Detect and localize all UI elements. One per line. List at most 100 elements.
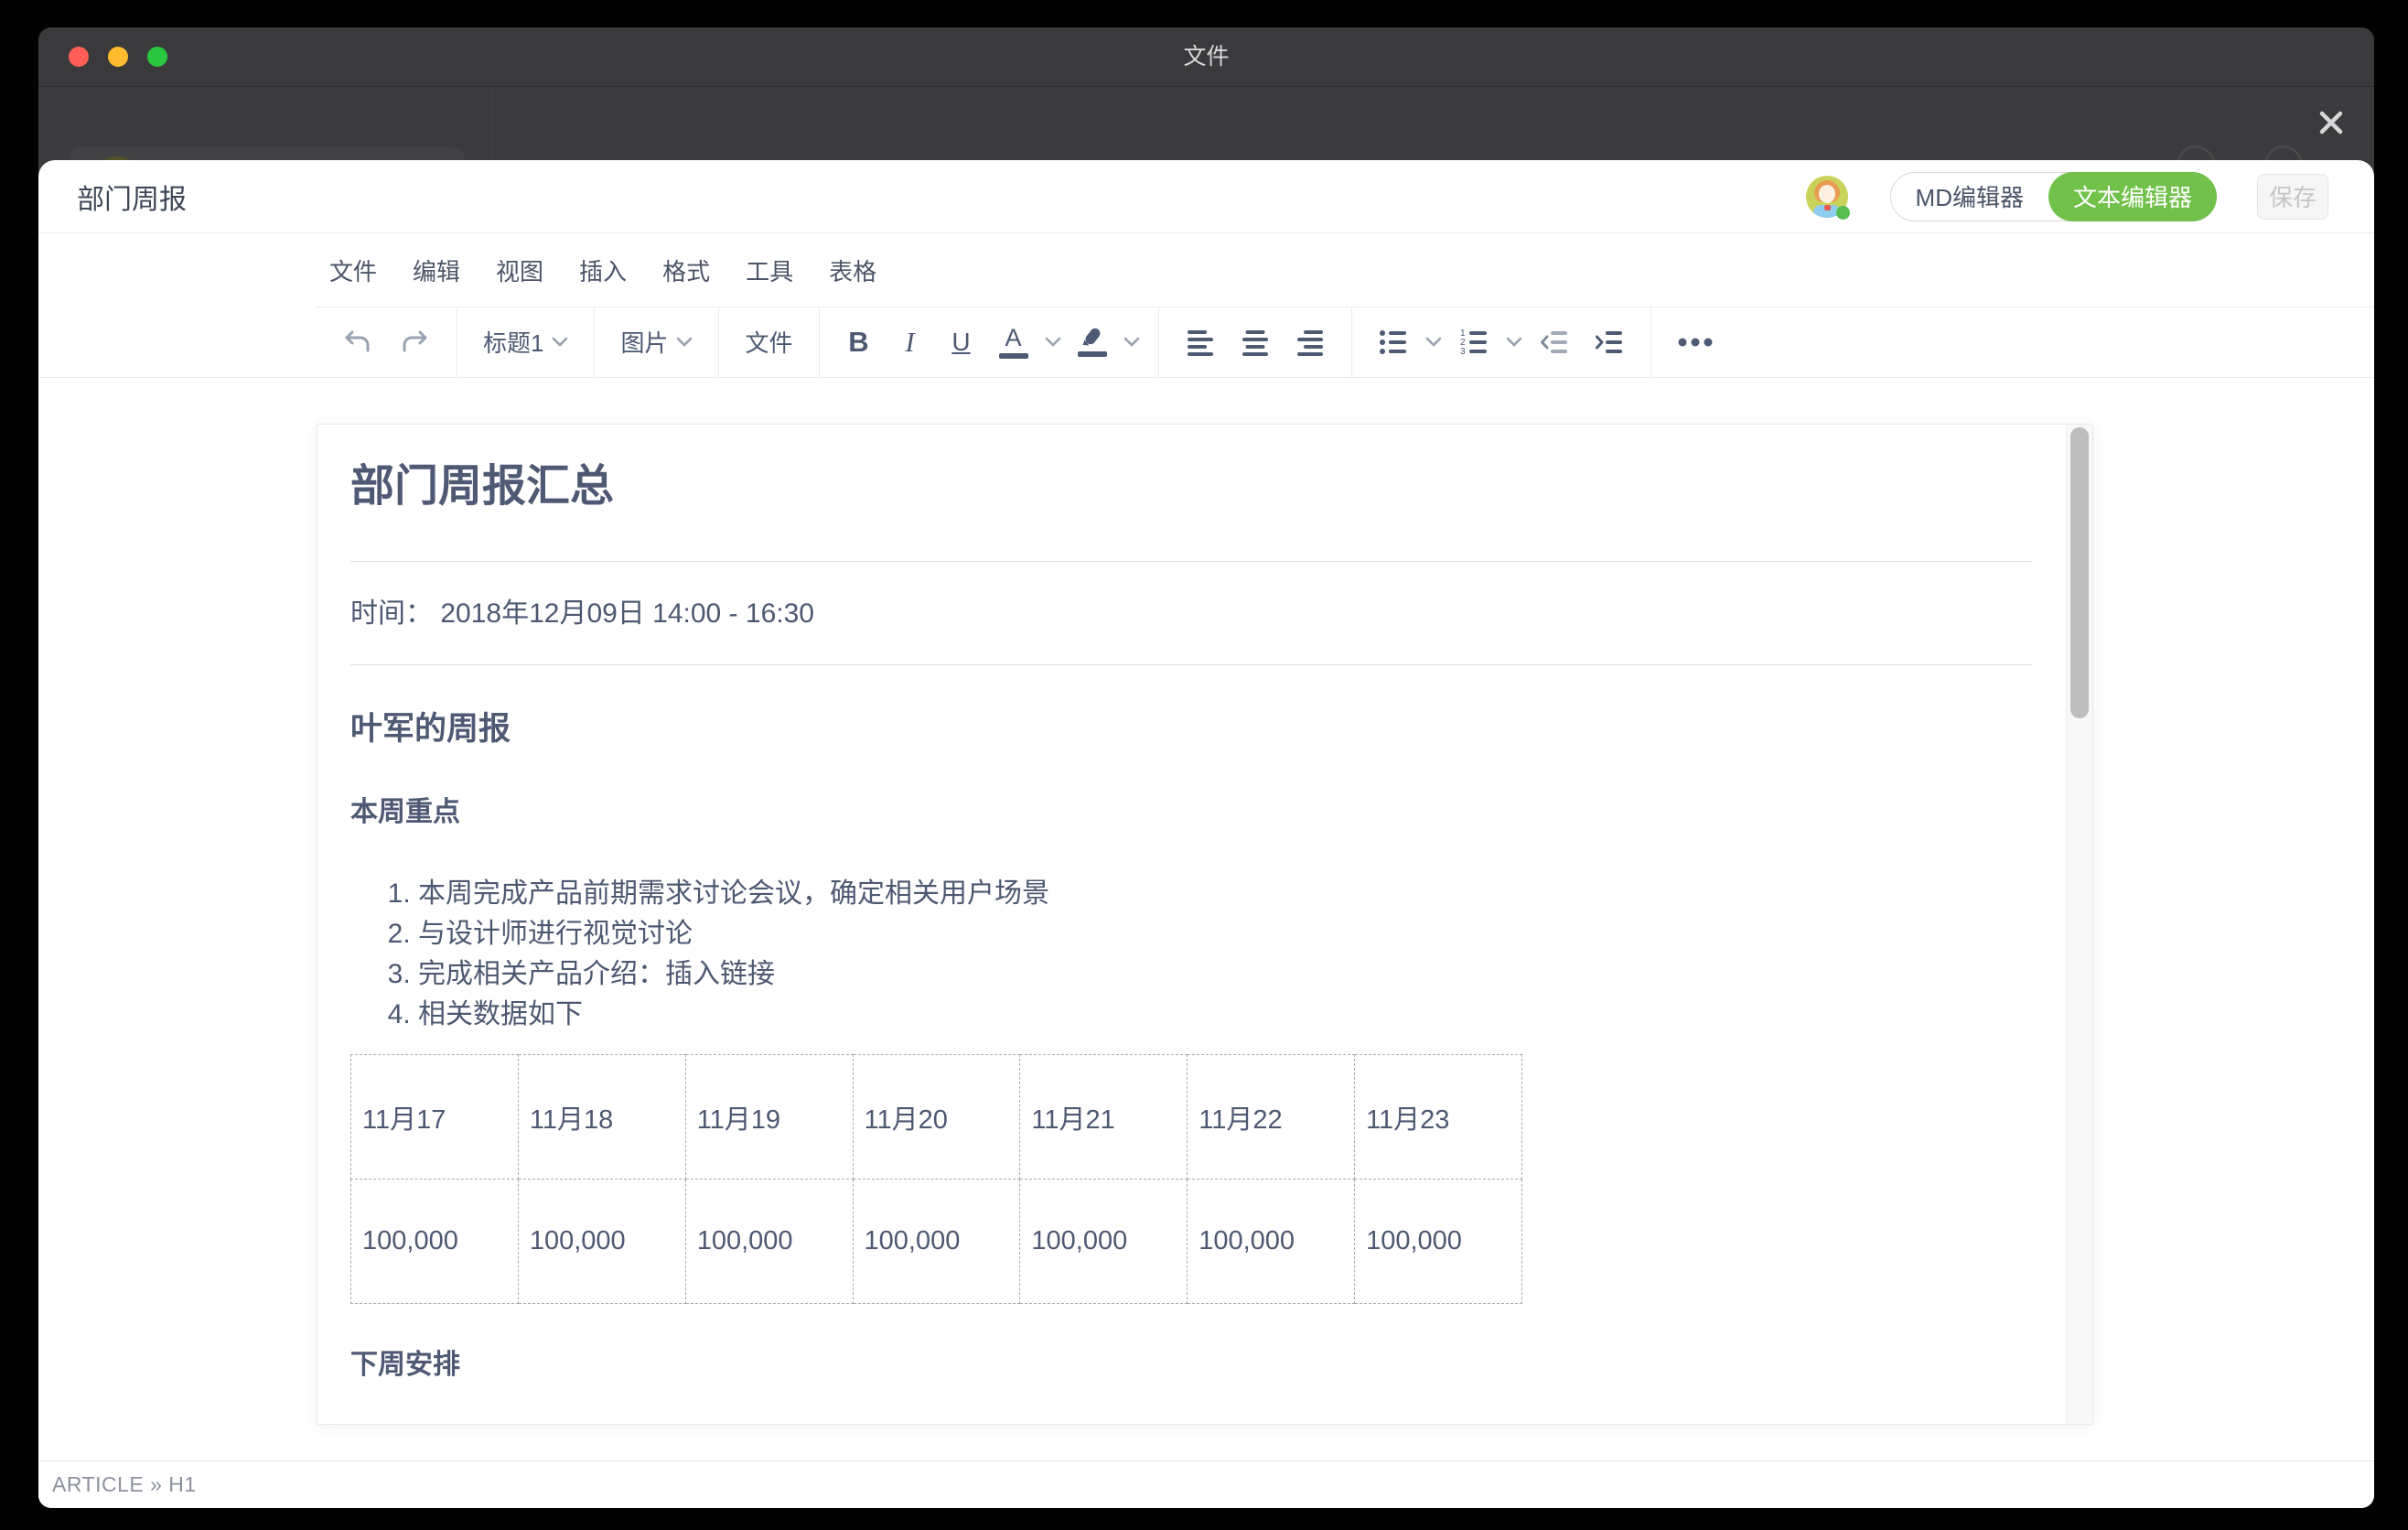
doc-heading-1[interactable]: 部门周报汇总 xyxy=(350,461,2032,512)
table-row: 11月1711月1811月1911月2011月2111月2211月23 xyxy=(351,1055,1522,1180)
outdent-button[interactable] xyxy=(1532,317,1577,368)
scrollbar-track[interactable] xyxy=(2066,425,2092,1424)
table-header-cell[interactable]: 11月17 xyxy=(351,1055,519,1180)
doc-time-line[interactable]: 时间： 2018年12月09日 14:00 - 16:30 xyxy=(350,595,2032,633)
chevron-down-icon xyxy=(676,337,693,347)
toolbar: 标题1 图片 xyxy=(38,307,2374,378)
background-divider xyxy=(490,87,491,160)
background-circle xyxy=(2177,145,2215,160)
document-card: 部门周报汇总 时间： 2018年12月09日 14:00 - 16:30 叶军的… xyxy=(317,424,2093,1425)
table-value-cell[interactable]: 100,000 xyxy=(1355,1180,1522,1304)
modal-header: 部门周报 MD编辑器 文本编辑器 xyxy=(38,160,2374,233)
bold-button[interactable]: B xyxy=(838,317,880,368)
background-list-item xyxy=(70,147,464,160)
redo-button[interactable] xyxy=(391,317,438,368)
table-header-cell[interactable]: 11月20 xyxy=(853,1055,1020,1180)
table-value-cell[interactable]: 100,000 xyxy=(685,1180,853,1304)
highlight-color-bar xyxy=(1078,351,1107,357)
close-icon xyxy=(2316,107,2347,138)
table-header-cell[interactable]: 11月23 xyxy=(1355,1055,1522,1180)
table-value-cell[interactable]: 100,000 xyxy=(1020,1180,1188,1304)
window-title: 文件 xyxy=(38,27,2374,87)
chevron-down-icon[interactable] xyxy=(1506,337,1522,347)
menu-item-5[interactable]: 工具 xyxy=(746,253,793,287)
doc-section-heading[interactable]: 下周安排 xyxy=(350,1346,2032,1385)
insert-file-label: 文件 xyxy=(745,325,792,359)
dimmed-overlay xyxy=(38,87,2374,160)
table-value-cell[interactable]: 100,000 xyxy=(518,1180,685,1304)
align-left-button[interactable] xyxy=(1177,317,1223,368)
text-editor-button[interactable]: 文本编辑器 xyxy=(2048,172,2217,221)
close-modal-button[interactable] xyxy=(2308,100,2354,145)
list-item[interactable]: 完成相关产品介绍：插入链接 xyxy=(418,954,2032,995)
numbered-list-button[interactable]: 123 xyxy=(1451,317,1497,368)
indent-button[interactable] xyxy=(1586,317,1632,368)
bullet-list-button[interactable] xyxy=(1371,317,1416,368)
heading-format-dropdown[interactable]: 标题1 xyxy=(476,317,575,368)
chevron-down-icon[interactable] xyxy=(1123,337,1140,347)
doc-table: 11月1711月1811月1911月2011月2111月2211月23100,0… xyxy=(350,1054,1522,1304)
list-item[interactable]: 相关数据如下 xyxy=(418,995,2032,1035)
menu-item-2[interactable]: 视图 xyxy=(496,253,543,287)
undo-button[interactable] xyxy=(334,317,382,368)
chevron-down-icon xyxy=(552,337,568,347)
chevron-down-icon[interactable] xyxy=(1425,337,1442,347)
highlight-pen-icon xyxy=(1079,327,1106,349)
underline-button[interactable]: U xyxy=(941,317,983,368)
editor-mode-toggle: MD编辑器 文本编辑器 xyxy=(1890,172,2217,221)
align-center-icon xyxy=(1240,327,1271,358)
element-path-breadcrumb: ARTICLE » H1 xyxy=(52,1472,197,1497)
insert-file-button[interactable]: 文件 xyxy=(737,317,800,368)
titlebar: 文件 xyxy=(38,27,2374,87)
insert-image-label: 图片 xyxy=(620,325,668,359)
numbered-list-icon: 123 xyxy=(1458,327,1489,358)
user-avatar[interactable] xyxy=(1806,176,1848,218)
editor-modal: 部门周报 MD编辑器 文本编辑器 xyxy=(38,160,2374,1508)
scrollbar-thumb[interactable] xyxy=(2070,427,2089,718)
more-tools-button[interactable] xyxy=(1670,317,1721,368)
table-value-cell[interactable]: 100,000 xyxy=(351,1180,519,1304)
document-title: 部门周报 xyxy=(77,177,187,217)
menu-item-6[interactable]: 表格 xyxy=(829,253,876,287)
font-color-bar xyxy=(999,353,1028,359)
table-value-cell[interactable]: 100,000 xyxy=(1188,1180,1355,1304)
menu-bar: 文件 编辑 视图 插入 格式 工具 表格 xyxy=(38,233,2374,307)
table-value-cell[interactable]: 100,000 xyxy=(853,1180,1020,1304)
table-header-cell[interactable]: 11月19 xyxy=(685,1055,853,1180)
indent-icon xyxy=(1594,327,1625,358)
doc-ordered-list[interactable]: 本周完成产品前期需求讨论会议，确定相关用户场景与设计师进行视觉讨论完成相关产品介… xyxy=(350,874,2032,1035)
save-button[interactable]: 保存 xyxy=(2257,174,2328,220)
table-header-cell[interactable]: 11月21 xyxy=(1020,1055,1188,1180)
chevron-down-icon[interactable] xyxy=(1045,337,1061,347)
svg-text:3: 3 xyxy=(1460,347,1466,357)
table-header-cell[interactable]: 11月22 xyxy=(1188,1055,1355,1180)
doc-heading-2[interactable]: 叶军的周报 xyxy=(350,708,2032,750)
menu-item-0[interactable]: 文件 xyxy=(329,253,377,287)
status-bar: ARTICLE » H1 xyxy=(38,1460,2374,1508)
more-icon xyxy=(1677,337,1714,348)
document-content[interactable]: 部门周报汇总 时间： 2018年12月09日 14:00 - 16:30 叶军的… xyxy=(317,425,2065,1424)
bullet-list-icon xyxy=(1378,327,1409,358)
align-center-button[interactable] xyxy=(1232,317,1278,368)
italic-button[interactable]: I xyxy=(889,317,931,368)
editor-canvas: 部门周报汇总 时间： 2018年12月09日 14:00 - 16:30 叶军的… xyxy=(38,378,2374,1460)
doc-section-heading[interactable]: 本周重点 xyxy=(350,793,2032,832)
highlight-color-button[interactable] xyxy=(1070,317,1114,368)
menu-item-1[interactable]: 编辑 xyxy=(413,253,460,287)
insert-image-dropdown[interactable]: 图片 xyxy=(613,317,700,368)
undo-icon xyxy=(341,326,374,359)
md-editor-button[interactable]: MD编辑器 xyxy=(1891,173,2048,221)
screen: 文件 部门周报 xyxy=(0,0,2408,1530)
align-right-button[interactable] xyxy=(1287,317,1333,368)
avatar-bow xyxy=(1824,205,1831,210)
font-color-button[interactable]: A xyxy=(992,317,1036,368)
list-item[interactable]: 与设计师进行视觉讨论 xyxy=(418,914,2032,954)
menu-item-4[interactable]: 格式 xyxy=(662,253,710,287)
app-window: 文件 部门周报 xyxy=(38,27,2374,1508)
table-header-cell[interactable]: 11月18 xyxy=(518,1055,685,1180)
horizontal-rule xyxy=(350,561,2032,562)
list-item[interactable]: 本周完成产品前期需求讨论会议，确定相关用户场景 xyxy=(418,874,2032,914)
header-actions: MD编辑器 文本编辑器 保存 xyxy=(1806,172,2328,221)
menu-item-3[interactable]: 插入 xyxy=(579,253,627,287)
table-row: 100,000100,000100,000100,000100,000100,0… xyxy=(351,1180,1522,1304)
